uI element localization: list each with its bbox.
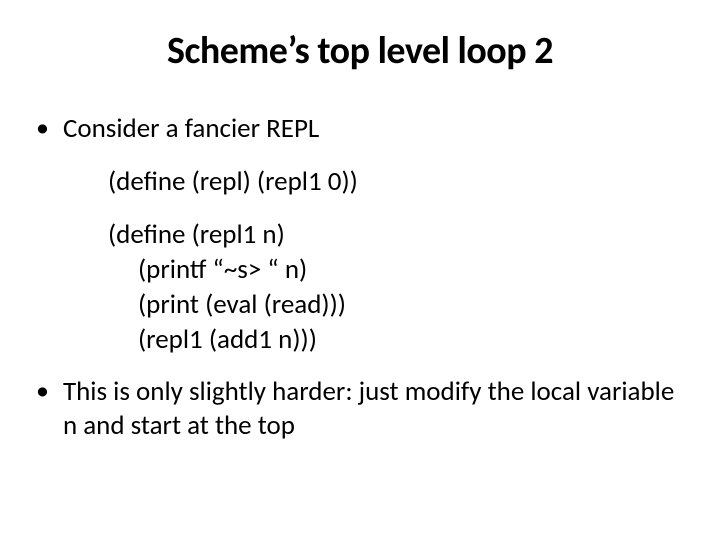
code-line: (printf “~s> “ n): [108, 252, 684, 287]
code-line: (repl1 (add1 n))): [108, 322, 684, 357]
bullet-text-2: This is only slightly harder: just modif…: [63, 375, 684, 443]
bullet-item-2: • This is only slightly harder: just mod…: [36, 375, 684, 443]
code-block-2: (define (repl1 n) (printf “~s> “ n) (pri…: [108, 217, 684, 357]
code-line: (print (eval (read))): [108, 287, 684, 322]
bullet-item-1: • Consider a fancier REPL: [36, 112, 684, 146]
code-line: (define (repl1 n): [108, 217, 684, 252]
slide-container: Scheme’s top level loop 2 • Consider a f…: [0, 0, 720, 540]
bullet-dot-icon: •: [36, 375, 49, 406]
bullet-text-1: Consider a fancier REPL: [63, 112, 319, 146]
code-block-1: (define (repl) (repl1 0)): [108, 164, 684, 199]
slide-title: Scheme’s top level loop 2: [36, 28, 684, 74]
code-line: (define (repl) (repl1 0)): [108, 164, 684, 199]
bullet-dot-icon: •: [36, 112, 49, 143]
